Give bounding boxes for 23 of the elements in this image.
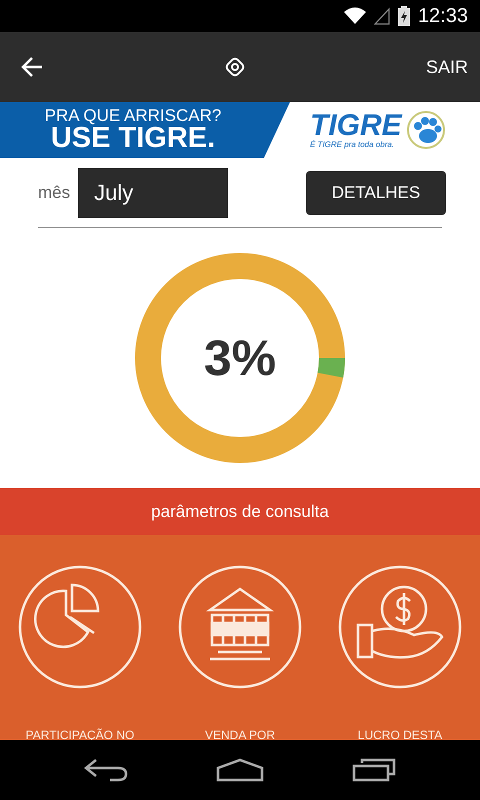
section-title: parâmetros de consulta <box>151 500 329 523</box>
banner-tagline: PRA QUE ARRISCAR? <box>44 107 222 124</box>
month-dropdown[interactable]: July <box>78 168 228 218</box>
bank-icon[interactable] <box>178 565 302 689</box>
details-button[interactable]: DETALHES <box>306 170 446 214</box>
home-icon[interactable] <box>216 758 264 782</box>
clock: 12:33 <box>418 4 468 29</box>
paw-icon <box>406 110 446 150</box>
money-icon[interactable] <box>338 565 462 689</box>
percent-reading: 3% <box>204 328 276 388</box>
battery-icon <box>398 6 410 26</box>
logo-icon <box>224 57 245 77</box>
pie-icon[interactable] <box>18 565 142 689</box>
logout-button[interactable]: SAIR <box>426 54 468 80</box>
brand-name: TIGRE <box>310 111 402 141</box>
wifi-icon <box>344 7 366 25</box>
banner-headline: USE TIGRE. <box>50 124 216 153</box>
month-label: mês <box>38 182 70 204</box>
signal-icon <box>374 7 390 25</box>
recents-icon[interactable] <box>352 758 396 782</box>
back-arrow-icon[interactable] <box>20 56 44 78</box>
brand-slogan: É TIGRE pra toda obra. <box>310 141 394 149</box>
back-icon[interactable] <box>84 758 128 782</box>
